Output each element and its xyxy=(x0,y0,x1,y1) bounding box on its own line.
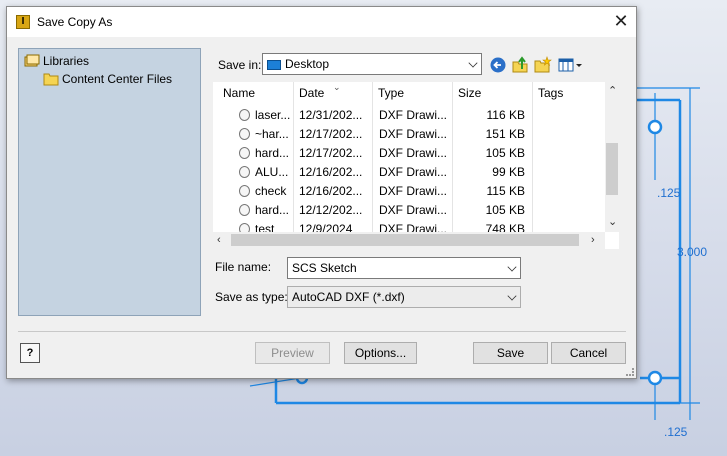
sort-chevron-icon: ⌄ xyxy=(333,82,341,92)
file-type: DXF Drawi... xyxy=(379,184,448,198)
save-in-dropdown[interactable]: Desktop xyxy=(262,53,482,75)
file-name: hard... xyxy=(255,203,290,217)
file-date: 12/17/202... xyxy=(299,127,363,141)
file-name: hard... xyxy=(255,146,290,160)
dimension-top: .125 xyxy=(657,186,681,200)
file-row[interactable]: laser... 12/31/202... DXF Drawi... 116 KB xyxy=(213,106,605,125)
view-menu-icon[interactable] xyxy=(558,56,584,74)
file-name: laser... xyxy=(255,108,291,122)
file-date: 12/16/202... xyxy=(299,165,363,179)
file-size: 115 KB xyxy=(486,184,525,198)
horizontal-scrollbar[interactable]: ‹ › xyxy=(213,232,605,249)
dialog-title: Save Copy As xyxy=(37,15,113,29)
file-type: DXF Drawi... xyxy=(379,165,448,179)
libraries-icon xyxy=(24,54,40,67)
file-row[interactable]: ALU... 12/16/202... DXF Drawi... 99 KB xyxy=(213,163,605,182)
scroll-up-icon[interactable]: ⌃ xyxy=(608,85,617,97)
close-button[interactable]: ✕ xyxy=(606,7,636,37)
file-date: 12/31/202... xyxy=(299,108,363,122)
column-header-type[interactable]: Type xyxy=(374,82,452,107)
preview-button[interactable]: Preview xyxy=(255,342,330,364)
dxf-file-icon xyxy=(239,204,250,216)
help-button[interactable]: ? xyxy=(20,343,40,363)
dxf-file-icon xyxy=(239,185,250,197)
file-row[interactable]: hard... 12/17/202... DXF Drawi... 105 KB xyxy=(213,144,605,163)
chevron-down-icon xyxy=(507,291,517,301)
file-date: 12/16/202... xyxy=(299,184,363,198)
file-row[interactable]: check 12/16/202... DXF Drawi... 115 KB xyxy=(213,182,605,201)
vertical-scrollbar[interactable]: ⌃ ⌄ xyxy=(605,82,619,232)
file-size: 116 KB xyxy=(486,108,525,122)
column-header-tags[interactable]: Tags xyxy=(534,82,604,107)
save-in-label: Save in: xyxy=(218,58,262,72)
file-row[interactable]: hard... 12/12/202... DXF Drawi... 105 KB xyxy=(213,201,605,220)
file-type: DXF Drawi... xyxy=(379,203,448,217)
content-center-label: Content Center Files xyxy=(62,72,173,86)
cancel-button[interactable]: Cancel xyxy=(551,342,626,364)
file-date: 12/12/202... xyxy=(299,203,363,217)
desktop-icon xyxy=(267,59,281,70)
options-button[interactable]: Options... xyxy=(344,342,417,364)
file-size: 151 KB xyxy=(485,127,525,141)
libraries-panel: Libraries Content Center Files xyxy=(18,48,201,316)
content-center-files-item[interactable]: Content Center Files xyxy=(43,71,198,87)
file-row[interactable]: ~har... 12/17/202... DXF Drawi... 151 KB xyxy=(213,125,605,144)
column-header-name[interactable]: Name xyxy=(219,82,291,107)
divider xyxy=(18,331,626,332)
file-date: 12/17/202... xyxy=(299,146,363,160)
file-name-input[interactable]: SCS Sketch xyxy=(287,257,521,279)
scroll-down-icon[interactable]: ⌄ xyxy=(608,216,617,228)
resize-grip[interactable] xyxy=(626,368,634,376)
file-size: 105 KB xyxy=(485,203,525,217)
file-name: ALU... xyxy=(255,165,289,179)
title-bar[interactable]: I Save Copy As ✕ xyxy=(7,7,636,37)
dimension-bottom: .125 xyxy=(664,425,688,439)
file-name-label: File name: xyxy=(215,260,272,274)
file-size: 105 KB xyxy=(485,146,525,160)
libraries-root[interactable]: Libraries xyxy=(24,53,194,69)
column-header-size[interactable]: Size xyxy=(454,82,530,107)
horizontal-scroll-thumb[interactable] xyxy=(231,234,579,246)
file-size: 99 KB xyxy=(492,165,525,179)
save-button[interactable]: Save xyxy=(473,342,548,364)
file-type: DXF Drawi... xyxy=(379,127,448,141)
file-type: DXF Drawi... xyxy=(379,146,448,160)
inventor-app-icon: I xyxy=(16,15,30,29)
hole-circle-top xyxy=(647,119,663,135)
file-name: check xyxy=(255,184,287,198)
dimension-height: 3.000 xyxy=(677,245,708,259)
save-in-value: Desktop xyxy=(285,57,330,71)
folder-icon xyxy=(43,73,59,86)
hole-circle-bottom xyxy=(647,370,663,386)
file-type: DXF Drawi... xyxy=(379,108,448,122)
file-list[interactable]: Name Date ⌄ Type Size Tags laser... 12/31… xyxy=(213,82,619,249)
dxf-file-icon xyxy=(239,166,250,178)
file-name-value: SCS Sketch xyxy=(292,261,357,275)
save-as-type-label: Save as type: xyxy=(215,290,288,304)
up-folder-icon[interactable] xyxy=(511,56,529,74)
dxf-file-icon xyxy=(239,147,250,159)
save-as-type-value: AutoCAD DXF (*.dxf) xyxy=(292,290,405,304)
libraries-label: Libraries xyxy=(43,54,90,68)
new-folder-icon[interactable] xyxy=(534,56,552,74)
chevron-down-icon xyxy=(507,262,517,272)
chevron-down-icon xyxy=(468,58,478,68)
back-arrow-icon[interactable] xyxy=(489,56,507,74)
dxf-file-icon xyxy=(239,109,250,121)
save-copy-as-dialog: I Save Copy As ✕ Libraries Content Cente… xyxy=(6,6,637,379)
save-as-type-dropdown[interactable]: AutoCAD DXF (*.dxf) xyxy=(287,286,521,308)
file-name: ~har... xyxy=(255,127,289,141)
dxf-file-icon xyxy=(239,128,250,140)
scroll-left-icon[interactable]: ‹ xyxy=(217,234,221,246)
vertical-scroll-thumb[interactable] xyxy=(606,143,618,195)
scroll-right-icon[interactable]: › xyxy=(591,234,595,246)
